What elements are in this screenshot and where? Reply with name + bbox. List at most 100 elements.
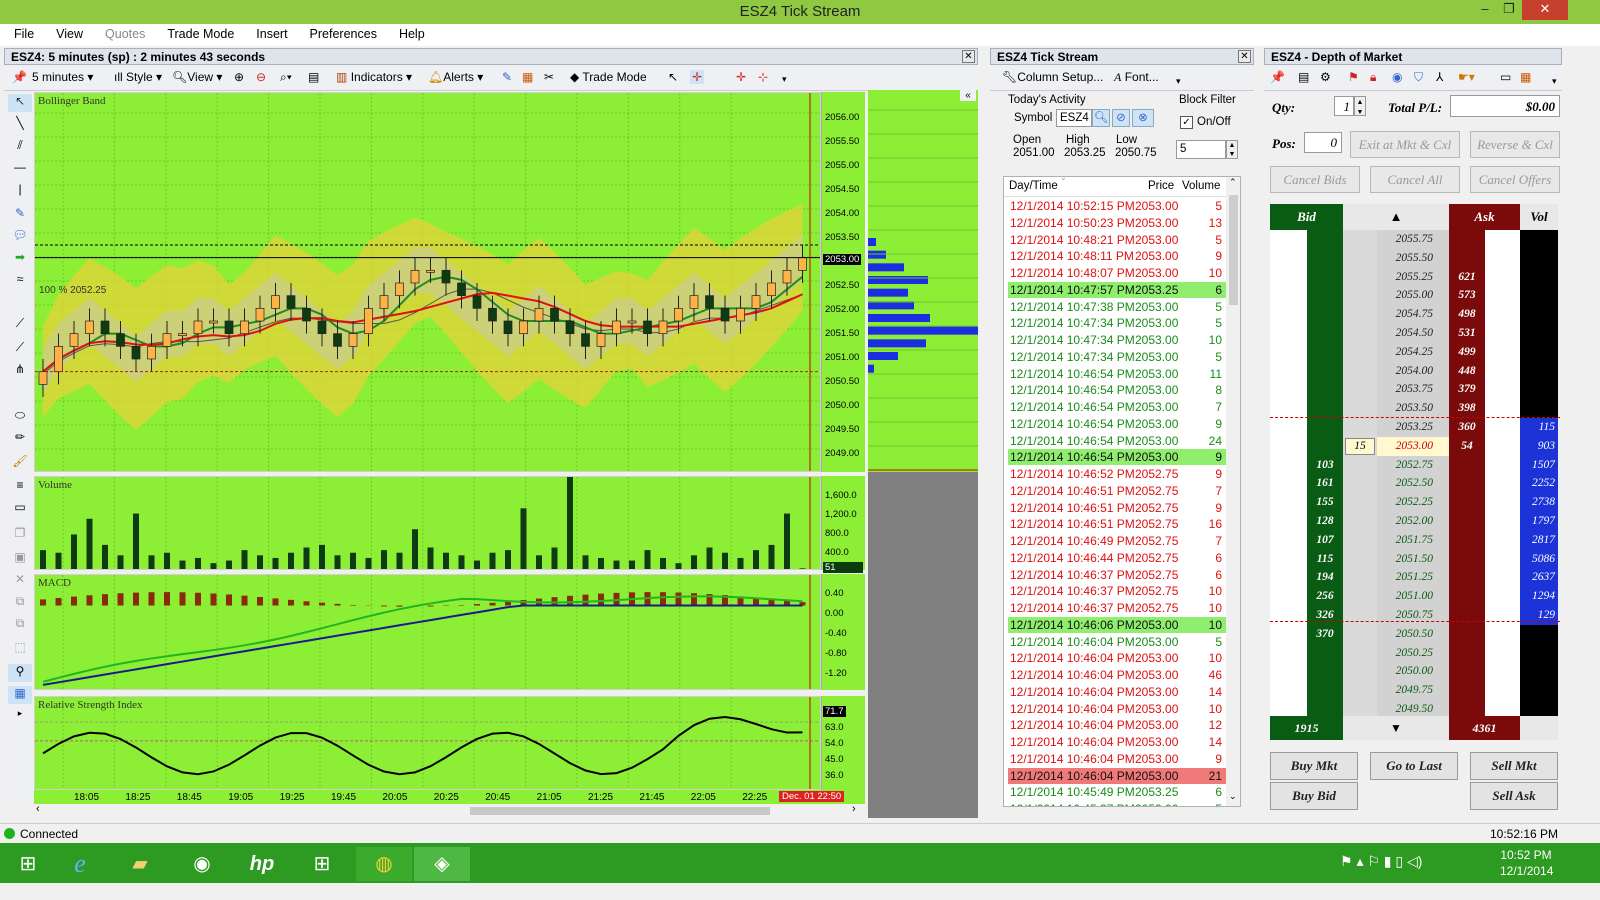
block-filter-input[interactable]: 5 <box>1176 140 1226 159</box>
reverse-cxl-button[interactable]: Reverse & Cxl <box>1470 131 1560 158</box>
symbol-attach-icon[interactable]: ⊗ <box>1132 109 1154 127</box>
qty-input[interactable]: 1 <box>1334 96 1354 116</box>
bid-order-cell[interactable] <box>1270 455 1307 475</box>
dom-row[interactable]: 15 2053.00 54 903 <box>1270 436 1560 456</box>
arrow-icon[interactable]: ➡ <box>8 250 32 268</box>
dom-row[interactable]: 2055.25 621 <box>1270 267 1560 287</box>
bid-size-cell[interactable]: 194 <box>1307 568 1343 588</box>
ask-order-cell[interactable] <box>1485 568 1520 588</box>
bid-size-cell[interactable] <box>1307 230 1343 249</box>
pin-icon[interactable]: 📌 <box>12 70 27 84</box>
ask-size-cell[interactable] <box>1449 587 1485 607</box>
tick-row[interactable]: 12/1/2014 10:46:04 PM 2053.00 21 <box>1008 767 1226 784</box>
scroll-thumb[interactable] <box>470 807 770 815</box>
bid-order-cell[interactable] <box>1270 474 1307 494</box>
bid-order-cell[interactable] <box>1270 418 1307 437</box>
text-tool-icon[interactable]: ≡ <box>8 478 32 496</box>
bid-order-cell[interactable] <box>1270 230 1307 249</box>
file-explorer-icon[interactable]: ▰ <box>112 847 168 881</box>
tick-row[interactable]: 12/1/2014 10:46:51 PM 2052.75 9 <box>1008 500 1226 516</box>
bid-size-cell[interactable]: 256 <box>1307 587 1343 607</box>
ask-order-cell[interactable] <box>1485 342 1520 362</box>
tick-row[interactable]: 12/1/2014 10:52:15 PM 2053.00 5 <box>1008 198 1226 214</box>
dom-row[interactable]: 370 2050.50 <box>1270 624 1560 644</box>
tick-row[interactable]: 12/1/2014 10:47:34 PM 2053.00 10 <box>1008 332 1226 348</box>
dom-row[interactable]: 2053.75 379 <box>1270 380 1560 400</box>
ask-size-cell[interactable] <box>1449 624 1485 644</box>
menu-insert[interactable]: Insert <box>242 24 295 41</box>
bid-size-cell[interactable] <box>1307 436 1343 456</box>
bid-size-cell[interactable] <box>1307 286 1343 306</box>
sell-ask-button[interactable]: Sell Ask <box>1470 782 1558 810</box>
column-setup-button[interactable]: 🔧︎Column Setup... <box>1002 70 1103 84</box>
tick-toolbar-overflow-icon[interactable]: ▾ <box>1176 76 1181 87</box>
ask-order-cell[interactable] <box>1485 418 1520 437</box>
bid-order-cell[interactable] <box>1270 248 1307 268</box>
tick-row[interactable]: 12/1/2014 10:46:37 PM 2052.75 10 <box>1008 600 1226 616</box>
ask-order-cell[interactable] <box>1485 267 1520 287</box>
tick-row[interactable]: 12/1/2014 10:46:37 PM 2052.75 10 <box>1008 583 1226 599</box>
scroll-left-icon[interactable]: ‹ <box>36 803 40 815</box>
ask-order-cell[interactable] <box>1485 512 1520 531</box>
trendline-icon[interactable]: ╲ <box>8 116 32 134</box>
ask-size-cell[interactable]: 498 <box>1449 305 1485 325</box>
ellipse-icon[interactable]: ⬭ <box>8 408 32 426</box>
tick-row[interactable]: 12/1/2014 10:46:54 PM 2053.00 7 <box>1008 399 1226 415</box>
tick-row[interactable]: 12/1/2014 10:45:49 PM 2053.25 6 <box>1008 784 1226 800</box>
dom-row[interactable]: 194 2051.25 2637 <box>1270 568 1560 588</box>
ask-order-cell[interactable] <box>1485 286 1520 306</box>
tick-row[interactable]: 12/1/2014 10:46:54 PM 2053.00 24 <box>1008 433 1226 449</box>
ask-size-cell[interactable] <box>1449 530 1485 550</box>
ask-size-cell[interactable] <box>1449 493 1485 513</box>
trade-mode-button[interactable]: ◆ Trade Mode <box>570 70 647 84</box>
tick-row[interactable]: 12/1/2014 10:47:57 PM 2053.25 6 <box>1008 281 1226 298</box>
internet-explorer-icon[interactable]: e <box>52 847 108 881</box>
rectangle-icon[interactable]: ▭ <box>8 500 32 518</box>
bid-size-cell[interactable]: 370 <box>1307 624 1343 644</box>
ask-size-cell[interactable]: 398 <box>1449 399 1485 419</box>
dom-row[interactable]: 128 2052.00 1797 <box>1270 512 1560 531</box>
tick-row[interactable]: 12/1/2014 10:46:51 PM 2052.75 7 <box>1008 483 1226 499</box>
cancel-offers-button[interactable]: Cancel Offers <box>1470 166 1560 193</box>
dom-row[interactable]: 2054.50 531 <box>1270 324 1560 343</box>
dom-row[interactable]: 103 2052.75 1507 <box>1270 455 1560 475</box>
pointer-icon[interactable]: ↖ <box>668 70 678 84</box>
ask-size-cell[interactable]: 379 <box>1449 380 1485 400</box>
tick-row[interactable]: 12/1/2014 10:46:49 PM 2052.75 7 <box>1008 533 1226 549</box>
dom-row[interactable]: 2054.25 499 <box>1270 342 1560 362</box>
ask-order-cell[interactable] <box>1485 455 1520 475</box>
expand-icon[interactable]: ▸ <box>8 708 32 726</box>
dom-row[interactable]: 2055.75 <box>1270 230 1560 249</box>
scroll-up-price-icon[interactable]: ▲ <box>1343 204 1449 230</box>
dom-row[interactable]: 2053.50 398 <box>1270 399 1560 419</box>
layers-icon[interactable]: ⧉ <box>8 594 32 612</box>
tick-row[interactable]: 12/1/2014 10:46:04 PM 2053.00 10 <box>1008 701 1226 717</box>
zoom-in-icon[interactable]: ⊕ <box>234 70 244 84</box>
dom-row[interactable]: 2055.00 573 <box>1270 286 1560 306</box>
bid-order-cell[interactable] <box>1270 530 1307 550</box>
buy-bid-button[interactable]: Buy Bid <box>1270 782 1358 810</box>
store-icon[interactable]: ⊞ <box>294 847 350 881</box>
color-icon[interactable]: ▦ <box>522 70 533 84</box>
view-dropdown[interactable]: 🔍︎View ▾ <box>172 70 222 84</box>
tick-row[interactable]: 12/1/2014 10:48:21 PM 2053.00 5 <box>1008 232 1226 248</box>
col-volume-header[interactable]: Volume <box>1182 180 1220 192</box>
ask-size-cell[interactable]: 499 <box>1449 342 1485 362</box>
tick-row[interactable]: 12/1/2014 10:45:37 PM2053.00 5 <box>1008 801 1226 806</box>
media-app-icon[interactable]: ◉ <box>174 847 230 881</box>
dom-globe-icon[interactable]: ◉ <box>1392 70 1402 84</box>
bid-size-cell[interactable] <box>1307 305 1343 325</box>
layers2-icon[interactable]: ⧉ <box>8 616 32 634</box>
bid-size-cell[interactable] <box>1307 399 1343 419</box>
dom-row[interactable]: 2049.75 <box>1270 681 1560 701</box>
volume-pane[interactable]: Volume <box>34 476 821 570</box>
tick-row[interactable]: 12/1/2014 10:46:04 PM 2053.00 14 <box>1008 734 1226 750</box>
ask-order-cell[interactable] <box>1485 230 1520 249</box>
dom-toolbar-overflow-icon[interactable]: ▾ <box>1552 76 1557 87</box>
tick-row[interactable]: 12/1/2014 10:48:07 PM 2053.00 10 <box>1008 265 1226 281</box>
tick-scrollbar[interactable]: ⌃ ⌄ <box>1226 177 1240 806</box>
symbol-search-icon[interactable]: 🔍︎ <box>1092 109 1110 127</box>
exit-at-mkt-button[interactable]: Exit at Mkt & Cxl <box>1350 131 1460 158</box>
bid-order-cell[interactable] <box>1270 662 1307 682</box>
dom-row[interactable]: 115 2051.50 5086 <box>1270 549 1560 569</box>
